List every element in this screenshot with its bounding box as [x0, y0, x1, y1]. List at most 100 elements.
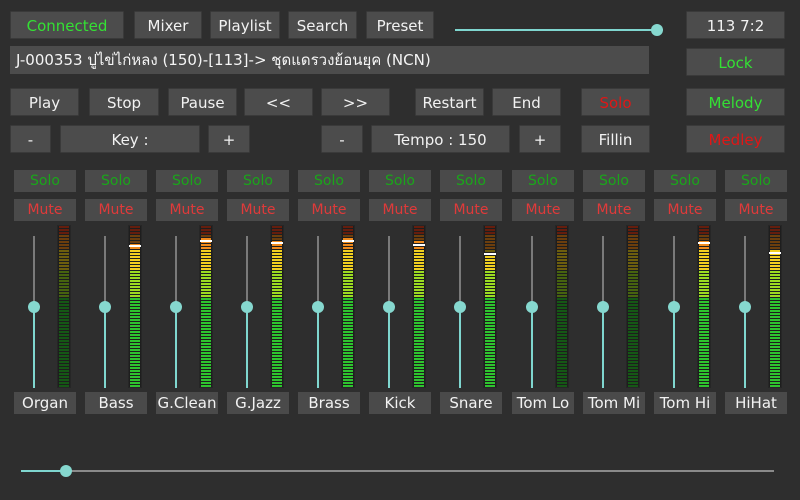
- channel-mute-button[interactable]: Mute: [440, 199, 502, 221]
- playlist-button[interactable]: Playlist: [210, 11, 280, 39]
- channel-volume-fill: [388, 307, 390, 388]
- meter-segment: [485, 316, 495, 318]
- volume-slider-knob[interactable]: [650, 24, 663, 36]
- channel-volume-knob[interactable]: [526, 301, 538, 314]
- channel-solo-button[interactable]: Solo: [512, 170, 574, 192]
- channel-volume-slider[interactable]: [241, 236, 253, 388]
- channel-name-button[interactable]: Organ: [14, 392, 76, 414]
- master-slider-knob[interactable]: [60, 465, 73, 477]
- mixer-button[interactable]: Mixer: [134, 11, 202, 39]
- channel-name-button[interactable]: Brass: [298, 392, 360, 414]
- play-button[interactable]: Play: [10, 88, 79, 116]
- channel-mute-button[interactable]: Mute: [85, 199, 147, 221]
- lock-button[interactable]: Lock: [686, 48, 785, 76]
- meter-segment: [485, 280, 495, 282]
- solo-button[interactable]: Solo: [581, 88, 650, 116]
- channel-name-button[interactable]: Snare: [440, 392, 502, 414]
- meter-segment: [628, 364, 638, 366]
- channel-volume-slider[interactable]: [312, 236, 324, 388]
- next-button[interactable]: >>: [321, 88, 390, 116]
- channel-volume-knob[interactable]: [739, 301, 751, 314]
- channel-name-button[interactable]: HiHat: [725, 392, 787, 414]
- channel-solo-button[interactable]: Solo: [85, 170, 147, 192]
- channel-volume-knob[interactable]: [668, 301, 680, 314]
- channel-volume-knob[interactable]: [99, 301, 111, 314]
- channel-solo-button[interactable]: Solo: [440, 170, 502, 192]
- restart-button[interactable]: Restart: [415, 88, 484, 116]
- master-slider[interactable]: [21, 465, 774, 477]
- meter-segment: [130, 343, 140, 345]
- channel-volume-slider[interactable]: [668, 236, 680, 388]
- channel-mute-button[interactable]: Mute: [512, 199, 574, 221]
- channel-volume-knob[interactable]: [597, 301, 609, 314]
- channel-mute-button[interactable]: Mute: [156, 199, 218, 221]
- melody-button[interactable]: Melody: [686, 88, 785, 116]
- channel-name-button[interactable]: Tom Mi: [583, 392, 645, 414]
- channel-name-button[interactable]: G.Jazz: [227, 392, 289, 414]
- channel-volume-slider[interactable]: [739, 236, 751, 388]
- channel-volume-knob[interactable]: [383, 301, 395, 314]
- tempo-plus-button[interactable]: +: [519, 125, 561, 153]
- meter-segment: [59, 376, 69, 378]
- channel-volume-knob[interactable]: [170, 301, 182, 314]
- channel-name-button[interactable]: Tom Hi: [654, 392, 716, 414]
- channel-solo-button[interactable]: Solo: [227, 170, 289, 192]
- meter-segment: [414, 382, 424, 384]
- channel-volume-slider[interactable]: [383, 236, 395, 388]
- channel-name-button[interactable]: Kick: [369, 392, 431, 414]
- channel-solo-button[interactable]: Solo: [156, 170, 218, 192]
- meter-segment: [272, 277, 282, 279]
- meter-segment: [485, 349, 495, 351]
- channel-mute-button[interactable]: Mute: [583, 199, 645, 221]
- meter-segment: [272, 256, 282, 258]
- search-button[interactable]: Search: [288, 11, 357, 39]
- meter-segment: [770, 379, 780, 381]
- meter-segment: [699, 358, 709, 360]
- channel-volume-slider[interactable]: [170, 236, 182, 388]
- channel-solo-button[interactable]: Solo: [14, 170, 76, 192]
- pause-button[interactable]: Pause: [168, 88, 237, 116]
- volume-slider[interactable]: [455, 24, 663, 36]
- channel-volume-slider[interactable]: [454, 236, 466, 388]
- channel-mute-button[interactable]: Mute: [725, 199, 787, 221]
- channel-solo-button[interactable]: Solo: [298, 170, 360, 192]
- channel-volume-slider[interactable]: [526, 236, 538, 388]
- meter-segment: [770, 313, 780, 315]
- previous-button[interactable]: <<: [244, 88, 313, 116]
- channel-level-meter: [626, 225, 640, 388]
- channel-volume-knob[interactable]: [312, 301, 324, 314]
- channel-solo-button[interactable]: Solo: [725, 170, 787, 192]
- fillin-button[interactable]: Fillin: [581, 125, 650, 153]
- channel-solo-button[interactable]: Solo: [583, 170, 645, 192]
- stop-button[interactable]: Stop: [89, 88, 159, 116]
- channel-mute-button[interactable]: Mute: [369, 199, 431, 221]
- key-plus-button[interactable]: +: [208, 125, 250, 153]
- meter-segment: [272, 340, 282, 342]
- channel-solo-button[interactable]: Solo: [654, 170, 716, 192]
- channel-solo-button[interactable]: Solo: [369, 170, 431, 192]
- channel-volume-slider[interactable]: [28, 236, 40, 388]
- channel-mute-button[interactable]: Mute: [298, 199, 360, 221]
- channel-volume-slider[interactable]: [597, 236, 609, 388]
- preset-button[interactable]: Preset: [366, 11, 434, 39]
- meter-segment: [485, 313, 495, 315]
- connected-button[interactable]: Connected: [10, 11, 124, 39]
- channel-name-button[interactable]: Bass: [85, 392, 147, 414]
- channel-volume-knob[interactable]: [454, 301, 466, 314]
- tempo-minus-button[interactable]: -: [321, 125, 363, 153]
- meter-segment: [343, 259, 353, 261]
- end-button[interactable]: End: [492, 88, 561, 116]
- channel-mute-button[interactable]: Mute: [227, 199, 289, 221]
- medley-button[interactable]: Medley: [686, 125, 785, 153]
- key-minus-button[interactable]: -: [10, 125, 51, 153]
- channel-mute-button[interactable]: Mute: [14, 199, 76, 221]
- channel-volume-knob[interactable]: [28, 301, 40, 314]
- channel-volume-knob[interactable]: [241, 301, 253, 314]
- meter-segment: [343, 367, 353, 369]
- channel-volume-fill: [317, 307, 319, 388]
- meter-segment: [485, 328, 495, 330]
- channel-volume-slider[interactable]: [99, 236, 111, 388]
- channel-name-button[interactable]: Tom Lo: [512, 392, 574, 414]
- channel-mute-button[interactable]: Mute: [654, 199, 716, 221]
- channel-name-button[interactable]: G.Clean: [156, 392, 218, 414]
